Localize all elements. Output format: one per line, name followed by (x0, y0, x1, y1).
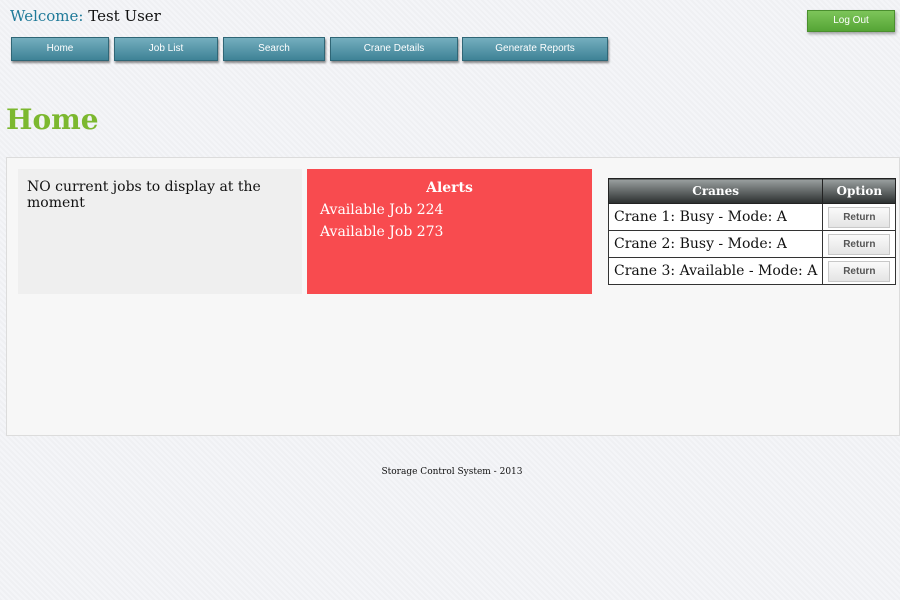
page-title: Home (6, 103, 99, 136)
alert-item[interactable]: Available Job 273 (320, 224, 579, 240)
option-cell: Return (822, 257, 897, 285)
option-column-header: Option (822, 178, 897, 204)
nav-crane-details-button[interactable]: Crane Details (330, 37, 458, 61)
welcome-text: Welcome: Test User (10, 7, 161, 25)
nav-home-button[interactable]: Home (11, 37, 109, 61)
crane-status: Crane 3: Available - Mode: A (607, 257, 824, 285)
no-jobs-message: NO current jobs to display at the moment (27, 179, 261, 211)
footer-text: Storage Control System - 2013 (381, 467, 523, 477)
current-jobs-panel: NO current jobs to display at the moment (18, 169, 302, 294)
welcome-label: Welcome: (10, 7, 84, 25)
alerts-panel: Alerts Available Job 224 Available Job 2… (307, 169, 592, 294)
nav-job-list-button[interactable]: Job List (114, 37, 218, 61)
alert-item[interactable]: Available Job 224 (320, 202, 579, 218)
nav-generate-reports-button[interactable]: Generate Reports (462, 37, 608, 61)
return-button[interactable]: Return (828, 206, 891, 228)
crane-status: Crane 1: Busy - Mode: A (607, 203, 824, 231)
cranes-table: Cranes Option Crane 1: Busy - Mode: A Re… (607, 178, 897, 285)
alerts-title: Alerts (426, 180, 473, 196)
crane-status: Crane 2: Busy - Mode: A (607, 230, 824, 258)
cranes-header-row: Cranes Option (607, 178, 897, 204)
option-cell: Return (822, 230, 897, 258)
cranes-column-header: Cranes (607, 178, 824, 204)
return-button[interactable]: Return (828, 260, 891, 282)
table-row: Crane 3: Available - Mode: A Return (607, 257, 897, 285)
nav-search-button[interactable]: Search (223, 37, 325, 61)
table-row: Crane 1: Busy - Mode: A Return (607, 203, 897, 231)
logout-button[interactable]: Log Out (807, 10, 895, 32)
option-cell: Return (822, 203, 897, 231)
table-row: Crane 2: Busy - Mode: A Return (607, 230, 897, 258)
return-button[interactable]: Return (828, 233, 891, 255)
user-name: Test User (88, 7, 161, 25)
